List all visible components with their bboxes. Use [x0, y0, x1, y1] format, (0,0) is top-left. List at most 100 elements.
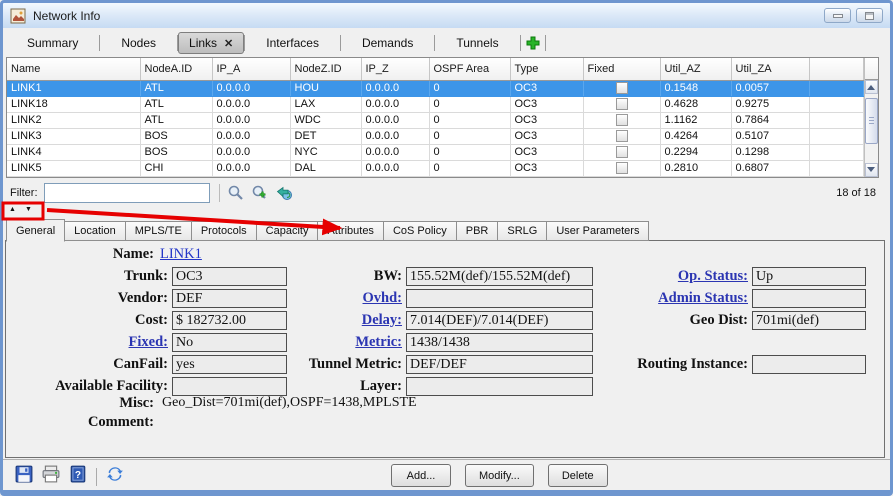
links-table-body: LINK1ATL0.0.0.0HOU0.0.0.00OC30.15480.005…: [7, 80, 863, 176]
table-cell: 0.0.0.0: [361, 96, 429, 112]
column-header[interactable]: IP_A: [212, 58, 290, 80]
field-value: 1438/1438: [406, 333, 593, 352]
table-cell: [583, 80, 660, 96]
filter-label: Filter:: [10, 187, 38, 199]
table-cell: DET: [290, 128, 361, 144]
table-cell: LINK3: [7, 128, 140, 144]
tab-demands[interactable]: Demands: [341, 32, 434, 54]
fixed-checkbox[interactable]: [616, 98, 628, 110]
column-header[interactable]: OSPF Area: [429, 58, 510, 80]
refresh-button[interactable]: [106, 465, 124, 488]
table-cell: WDC: [290, 112, 361, 128]
field-label-link[interactable]: Op. Status:: [596, 268, 752, 285]
network-info-window: Network Info SummaryNodesLinks✕Interface…: [0, 0, 893, 496]
scroll-down-button[interactable]: [865, 163, 879, 177]
detail-tab-cos-policy[interactable]: CoS Policy: [384, 221, 457, 241]
scrollbar-track[interactable]: [865, 94, 879, 163]
minimize-button[interactable]: [824, 8, 851, 23]
advanced-search-button[interactable]: [249, 183, 271, 203]
scroll-up-button[interactable]: [865, 80, 879, 94]
row-count: 18 of 18: [836, 187, 876, 199]
column-header[interactable]: Fixed: [583, 58, 660, 80]
column-header[interactable]: Type: [510, 58, 583, 80]
search-button[interactable]: [225, 183, 247, 203]
column-header[interactable]: NodeA.ID: [140, 58, 212, 80]
table-row[interactable]: LINK18ATL0.0.0.0LAX0.0.0.00OC30.46280.92…: [7, 96, 863, 112]
field-label: Cost:: [6, 312, 172, 329]
table-cell: ATL: [140, 80, 212, 96]
column-header[interactable]: IP_Z: [361, 58, 429, 80]
refresh-icon: [106, 465, 124, 483]
tab-interfaces[interactable]: Interfaces: [245, 32, 340, 54]
global-search-icon: [275, 184, 293, 202]
column-header-filler: [809, 58, 863, 80]
table-row[interactable]: LINK1ATL0.0.0.0HOU0.0.0.00OC30.15480.005…: [7, 80, 863, 96]
spacer: [752, 377, 869, 396]
spacer: [596, 333, 752, 352]
fixed-checkbox[interactable]: [616, 82, 628, 94]
help-button[interactable]: ?: [69, 465, 87, 488]
save-button[interactable]: [15, 465, 33, 488]
maximize-icon: [865, 12, 874, 20]
scrollbar-thumb[interactable]: [865, 98, 879, 144]
field-label-link[interactable]: Admin Status:: [596, 290, 752, 307]
tab-links[interactable]: Links✕: [178, 32, 244, 54]
detail-tab-capacity[interactable]: Capacity: [257, 221, 319, 241]
detail-tab-srlg[interactable]: SRLG: [498, 221, 547, 241]
fixed-checkbox[interactable]: [616, 162, 628, 174]
bottom-toolbar: ? Add... Modify... Delete: [3, 459, 890, 490]
detail-tab-location[interactable]: Location: [65, 221, 126, 241]
close-icon[interactable]: ✕: [224, 37, 233, 50]
detail-tab-attributes[interactable]: Attributes: [318, 221, 383, 241]
help-icon: ?: [69, 465, 87, 483]
filter-input[interactable]: [44, 183, 210, 203]
table-scrollbar[interactable]: [864, 58, 879, 177]
separator: [219, 184, 220, 202]
field-label: Trunk:: [6, 268, 172, 285]
detail-tab-user-parameters[interactable]: User Parameters: [547, 221, 649, 241]
fixed-checkbox[interactable]: [616, 130, 628, 142]
detail-tab-general[interactable]: General: [6, 219, 65, 242]
fixed-checkbox[interactable]: [616, 146, 628, 158]
fixed-checkbox[interactable]: [616, 114, 628, 126]
table-row[interactable]: LINK5CHI0.0.0.0DAL0.0.0.00OC30.28100.680…: [7, 160, 863, 176]
table-cell: 0.0.0.0: [212, 96, 290, 112]
field-label-link[interactable]: Delay:: [290, 312, 406, 329]
maximize-button[interactable]: [856, 8, 883, 23]
detail-tab-pbr[interactable]: PBR: [457, 221, 499, 241]
table-row[interactable]: LINK3BOS0.0.0.0DET0.0.0.00OC30.42640.510…: [7, 128, 863, 144]
triangle-down-icon[interactable]: ▼: [25, 205, 32, 215]
table-cell: OC3: [510, 128, 583, 144]
table-cell-filler: [809, 160, 863, 176]
name-link[interactable]: LINK1: [160, 246, 202, 263]
table-cell: 0.0.0.0: [361, 128, 429, 144]
delete-button[interactable]: Delete: [548, 464, 608, 487]
table-cell: 0.2810: [660, 160, 731, 176]
tab-tunnels[interactable]: Tunnels: [435, 32, 519, 54]
global-search-button[interactable]: [273, 183, 295, 203]
field-label-link[interactable]: Fixed:: [6, 334, 172, 351]
print-button[interactable]: [42, 465, 60, 488]
detail-collapse-toggle[interactable]: ▲ ▼: [9, 205, 32, 215]
tab-summary[interactable]: Summary: [6, 32, 99, 54]
table-row[interactable]: LINK4BOS0.0.0.0NYC0.0.0.00OC30.22940.129…: [7, 144, 863, 160]
triangle-up-icon[interactable]: ▲: [9, 205, 16, 215]
tab-label: Summary: [27, 36, 78, 50]
tab-nodes[interactable]: Nodes: [100, 32, 177, 54]
field-label-link[interactable]: Ovhd:: [290, 290, 406, 307]
column-header[interactable]: Name: [7, 58, 140, 80]
detail-tab-protocols[interactable]: Protocols: [192, 221, 257, 241]
table-row[interactable]: LINK2ATL0.0.0.0WDC0.0.0.00OC31.11620.786…: [7, 112, 863, 128]
detail-tabbar: GeneralLocationMPLS/TEProtocolsCapacityA…: [6, 219, 649, 241]
column-header[interactable]: Util_AZ: [660, 58, 731, 80]
table-cell-filler: [809, 128, 863, 144]
add-button[interactable]: Add...: [391, 464, 451, 487]
table-cell: 0.0.0.0: [212, 144, 290, 160]
modify-button[interactable]: Modify...: [465, 464, 534, 487]
detail-tab-mpls-te[interactable]: MPLS/TE: [126, 221, 192, 241]
add-tab-button[interactable]: [521, 33, 545, 53]
column-header[interactable]: NodeZ.ID: [290, 58, 361, 80]
detail-panel: Name: LINK1 Trunk:OC3BW:155.52M(def)/155…: [5, 240, 885, 458]
column-header[interactable]: Util_ZA: [731, 58, 809, 80]
field-label-link[interactable]: Metric:: [290, 334, 406, 351]
